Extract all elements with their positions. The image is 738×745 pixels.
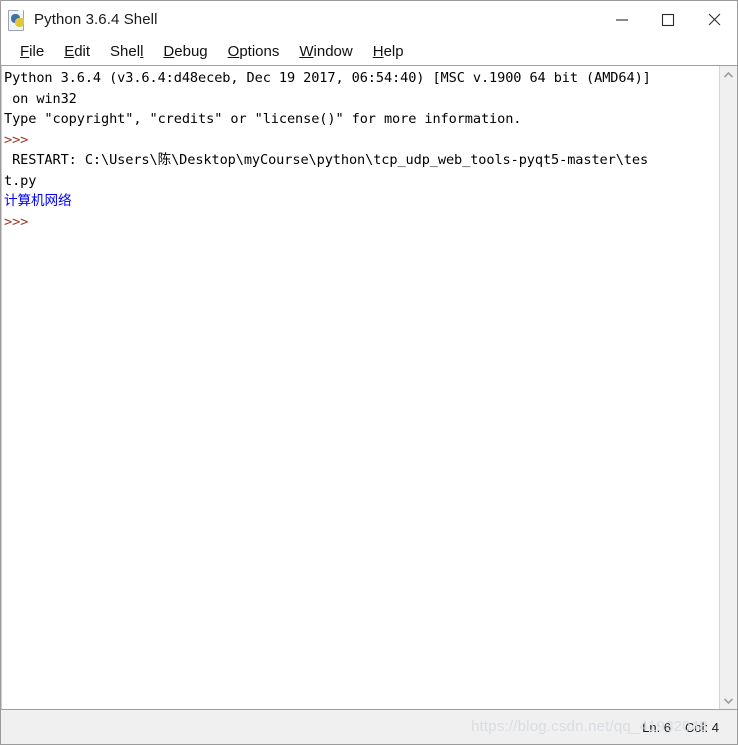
menu-item-file[interactable]: File bbox=[10, 43, 54, 61]
menu-label-help: Help bbox=[372, 42, 404, 60]
shell-line: RESTART: C:\Users\陈\Desktop\myCourse\pyt… bbox=[4, 152, 649, 168]
watermark-text: https://blog.csdn.net/qq_41932048 bbox=[471, 718, 708, 735]
menu-label-options: Options bbox=[227, 42, 280, 60]
close-icon bbox=[708, 13, 720, 26]
chevron-down-icon bbox=[723, 697, 734, 704]
window-title: Python 3.6.4 Shell bbox=[34, 11, 158, 28]
window-controls bbox=[599, 1, 737, 38]
menu-label-file: File bbox=[20, 42, 45, 60]
minimize-button[interactable] bbox=[599, 1, 645, 38]
shell-line: >>> bbox=[4, 131, 37, 148]
menu-label-shell: Shell bbox=[110, 42, 144, 60]
vertical-scrollbar[interactable] bbox=[719, 66, 737, 709]
title-bar[interactable]: Python 3.6.4 Shell bbox=[1, 1, 737, 38]
chevron-up-icon bbox=[723, 71, 734, 78]
python-shell-window: Python 3.6.4 Shell File Edit Shell Debug… bbox=[0, 0, 738, 745]
shell-line: Python 3.6.4 (v3.6.4:d48eceb, Dec 19 201… bbox=[4, 70, 651, 86]
menu-label-debug: Debug bbox=[163, 42, 208, 60]
menu-item-edit[interactable]: Edit bbox=[54, 43, 100, 61]
shell-line: on win32 bbox=[4, 90, 77, 107]
status-line-indicator: Ln: 6 bbox=[642, 719, 672, 735]
shell-output-region: Python 3.6.4 (v3.6.4:d48eceb, Dec 19 201… bbox=[1, 65, 737, 710]
shell-line: Type "copyright", "credits" or "license(… bbox=[4, 111, 522, 127]
shell-line: t.py bbox=[4, 172, 37, 189]
maximize-icon bbox=[661, 13, 675, 26]
maximize-button[interactable] bbox=[645, 1, 691, 38]
shell-line: 计算机网络 bbox=[4, 193, 72, 209]
minimize-icon bbox=[616, 18, 628, 21]
menu-item-help[interactable]: Help bbox=[363, 43, 414, 61]
shell-line: >>> bbox=[4, 213, 37, 230]
menu-item-window[interactable]: Window bbox=[289, 43, 362, 61]
scrollbar-up-button[interactable] bbox=[720, 66, 737, 83]
menu-label-edit: Edit bbox=[64, 42, 91, 60]
menu-item-debug[interactable]: Debug bbox=[153, 43, 217, 61]
menu-label-window: Window bbox=[299, 42, 353, 60]
menu-item-shell[interactable]: Shell bbox=[100, 43, 153, 61]
shell-text-area[interactable]: Python 3.6.4 (v3.6.4:d48eceb, Dec 19 201… bbox=[1, 66, 719, 709]
menu-item-options[interactable]: Options bbox=[218, 43, 290, 61]
scrollbar-track[interactable] bbox=[720, 83, 737, 692]
shell-lines: Python 3.6.4 (v3.6.4:d48eceb, Dec 19 201… bbox=[4, 68, 719, 232]
menu-bar: File Edit Shell Debug Options Window Hel… bbox=[1, 38, 737, 65]
close-button[interactable] bbox=[691, 1, 737, 38]
python-file-icon bbox=[7, 9, 27, 31]
scrollbar-down-button[interactable] bbox=[720, 692, 737, 709]
status-bar: https://blog.csdn.net/qq_41932048 Ln: 6 … bbox=[1, 710, 737, 744]
status-column-indicator: Col: 4 bbox=[685, 719, 719, 735]
